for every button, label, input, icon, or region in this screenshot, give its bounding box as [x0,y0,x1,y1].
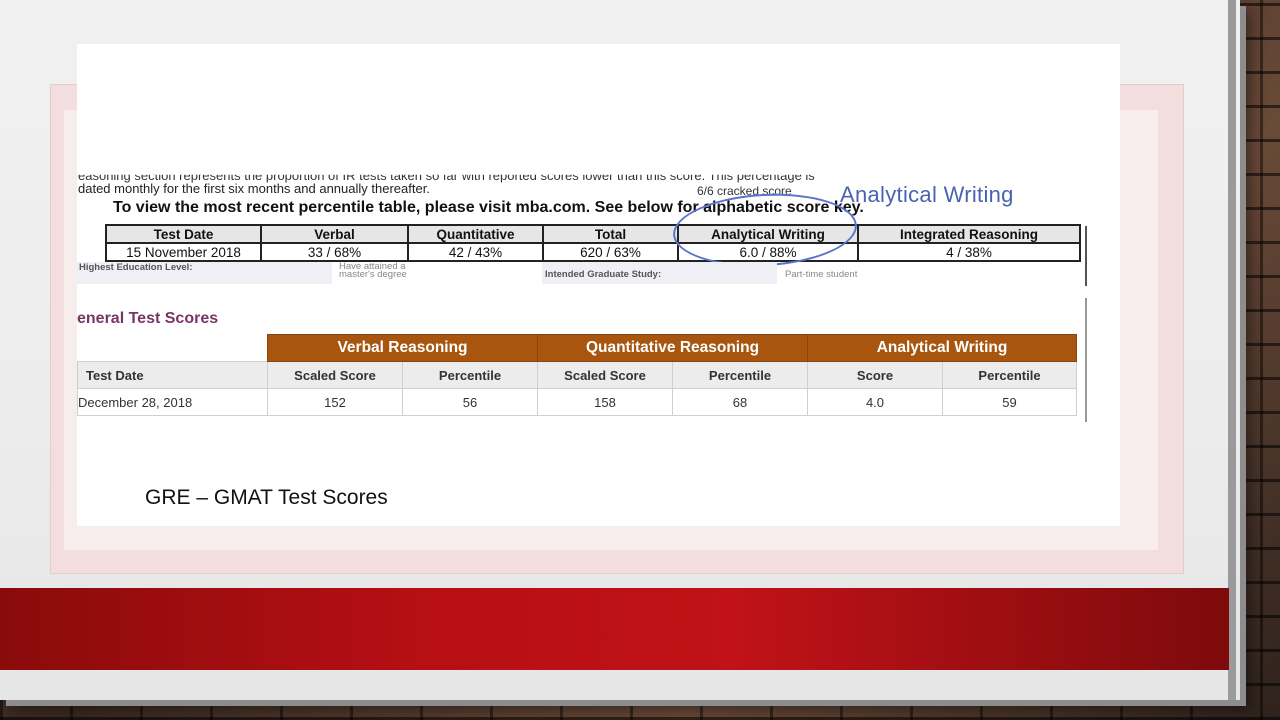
intended-study-value: Part-time student [785,269,858,280]
gmat-header-row: Test Date Verbal Quantitative Total Anal… [105,224,1081,244]
gre-quant-scaled-score: 158 [537,388,673,416]
gre-verbal-percentile: 56 [402,388,538,416]
gre-subheader-row: Test Date Scaled Score Percentile Scaled… [77,361,1077,389]
gre-sub-quant-percentile: Percentile [672,361,808,389]
gre-group-quantitative: Quantitative Reasoning [537,334,808,362]
gre-sub-aw-percentile: Percentile [942,361,1077,389]
gre-verbal-scaled-score: 152 [267,388,403,416]
handwritten-analytical-writing: Analytical Writing [840,182,1014,207]
slide-edge [1228,0,1236,700]
intended-study-label: Intended Graduate Study: [545,269,662,280]
slide-caption: GRE – GMAT Test Scores [145,486,388,509]
gre-right-rule [1085,298,1087,422]
gre-score-report: eneral Test Scores Verbal Reasoning Quan… [77,298,1120,424]
gmat-integrated-reasoning-score: 4 / 38% [857,242,1081,262]
gmat-test-date: 15 November 2018 [105,242,262,262]
gre-test-date: December 28, 2018 [77,388,268,416]
gre-aw-percentile: 59 [942,388,1077,416]
gre-group-analytical: Analytical Writing [807,334,1077,362]
gre-aw-score: 4.0 [807,388,943,416]
gre-section-title: eneral Test Scores [77,310,219,327]
gre-sub-verbal-scaled: Scaled Score [267,361,403,389]
gre-quant-percentile: 68 [672,388,808,416]
gmat-score-report: easoning section represents the proporti… [77,160,1120,290]
gre-score-row: December 28, 2018 152 56 158 68 4.0 59 [77,388,1077,416]
gre-group-row: Verbal Reasoning Quantitative Reasoning … [78,334,1077,362]
gmat-note-line-2: dated monthly for the first six months a… [78,181,430,196]
gre-sub-aw-score: Score [807,361,943,389]
gre-group-verbal: Verbal Reasoning [267,334,538,362]
gmat-header-quantitative: Quantitative [407,224,544,244]
gmat-header-verbal: Verbal [260,224,409,244]
gmat-quantitative-score: 42 / 43% [407,242,544,262]
gre-sub-verbal-percentile: Percentile [402,361,538,389]
gmat-header-test-date: Test Date [105,224,262,244]
gmat-verbal-score: 33 / 68% [260,242,409,262]
gre-group-blank [78,335,268,362]
gmat-faded-details-row: Highest Education Level: Have attained a… [77,262,1087,284]
gre-sub-test-date: Test Date [77,361,268,389]
gre-score-table: Verbal Reasoning Quantitative Reasoning … [77,334,1077,416]
gre-sub-quant-scaled: Scaled Score [537,361,673,389]
highest-education-label: Highest Education Level: [79,262,193,273]
gmat-total-score: 620 / 63% [542,242,679,262]
gmat-score-table: Test Date Verbal Quantitative Total Anal… [105,224,1081,262]
gmat-header-integrated-reasoning: Integrated Reasoning [857,224,1081,244]
red-footer-band [0,588,1229,670]
gmat-score-row: 15 November 2018 33 / 68% 42 / 43% 620 /… [105,242,1081,262]
highest-education-value-b: master's degree [339,269,407,280]
gmat-header-total: Total [542,224,679,244]
